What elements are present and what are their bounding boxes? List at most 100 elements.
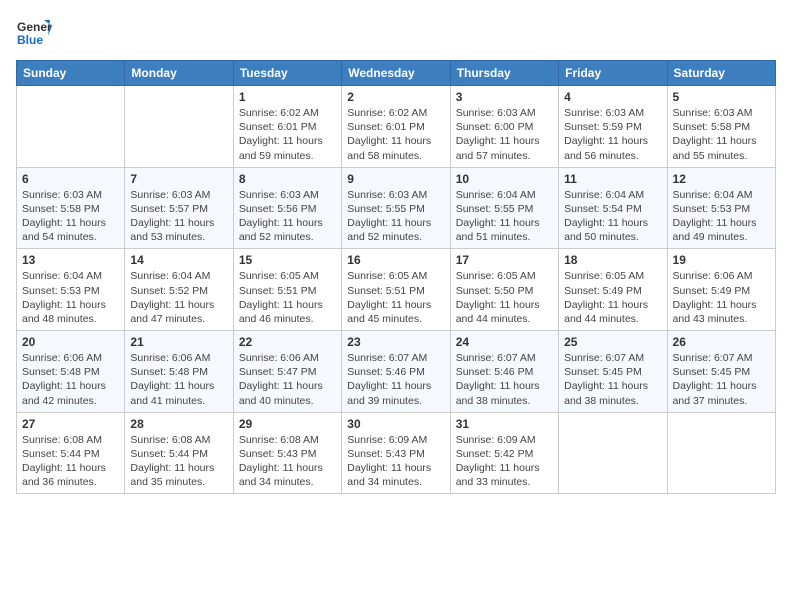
day-number: 14	[130, 253, 227, 267]
day-info: Sunrise: 6:07 AM Sunset: 5:45 PM Dayligh…	[564, 351, 661, 408]
calendar-week-row: 6 Sunrise: 6:03 AM Sunset: 5:58 PM Daylig…	[17, 167, 776, 249]
day-info: Sunrise: 6:06 AM Sunset: 5:48 PM Dayligh…	[22, 351, 119, 408]
weekday-header: Wednesday	[342, 61, 450, 86]
day-info: Sunrise: 6:05 AM Sunset: 5:51 PM Dayligh…	[239, 269, 336, 326]
calendar-cell: 18 Sunrise: 6:05 AM Sunset: 5:49 PM Dayli…	[559, 249, 667, 331]
weekday-header: Friday	[559, 61, 667, 86]
calendar-cell: 4 Sunrise: 6:03 AM Sunset: 5:59 PM Daylig…	[559, 86, 667, 168]
day-number: 25	[564, 335, 661, 349]
day-number: 28	[130, 417, 227, 431]
day-number: 21	[130, 335, 227, 349]
day-number: 2	[347, 90, 444, 104]
calendar-cell: 3 Sunrise: 6:03 AM Sunset: 6:00 PM Daylig…	[450, 86, 558, 168]
day-number: 8	[239, 172, 336, 186]
page-header: General Blue	[16, 16, 776, 52]
calendar-cell: 8 Sunrise: 6:03 AM Sunset: 5:56 PM Daylig…	[233, 167, 341, 249]
calendar-cell: 28 Sunrise: 6:08 AM Sunset: 5:44 PM Dayli…	[125, 412, 233, 494]
day-info: Sunrise: 6:03 AM Sunset: 5:56 PM Dayligh…	[239, 188, 336, 245]
calendar-cell: 21 Sunrise: 6:06 AM Sunset: 5:48 PM Dayli…	[125, 331, 233, 413]
calendar-cell: 27 Sunrise: 6:08 AM Sunset: 5:44 PM Dayli…	[17, 412, 125, 494]
calendar-week-row: 27 Sunrise: 6:08 AM Sunset: 5:44 PM Dayli…	[17, 412, 776, 494]
day-info: Sunrise: 6:03 AM Sunset: 5:58 PM Dayligh…	[22, 188, 119, 245]
weekday-header: Sunday	[17, 61, 125, 86]
calendar-cell: 24 Sunrise: 6:07 AM Sunset: 5:46 PM Dayli…	[450, 331, 558, 413]
day-info: Sunrise: 6:08 AM Sunset: 5:44 PM Dayligh…	[22, 433, 119, 490]
calendar-cell: 15 Sunrise: 6:05 AM Sunset: 5:51 PM Dayli…	[233, 249, 341, 331]
day-info: Sunrise: 6:04 AM Sunset: 5:53 PM Dayligh…	[22, 269, 119, 326]
day-info: Sunrise: 6:06 AM Sunset: 5:48 PM Dayligh…	[130, 351, 227, 408]
day-number: 7	[130, 172, 227, 186]
calendar-cell	[667, 412, 775, 494]
calendar-cell: 14 Sunrise: 6:04 AM Sunset: 5:52 PM Dayli…	[125, 249, 233, 331]
day-info: Sunrise: 6:09 AM Sunset: 5:42 PM Dayligh…	[456, 433, 553, 490]
calendar-cell: 12Sunrise: 6:04 AM Sunset: 5:53 PM Dayli…	[667, 167, 775, 249]
day-info: Sunrise: 6:03 AM Sunset: 5:55 PM Dayligh…	[347, 188, 444, 245]
calendar-cell: 22 Sunrise: 6:06 AM Sunset: 5:47 PM Dayli…	[233, 331, 341, 413]
day-number: 29	[239, 417, 336, 431]
calendar-cell: 20 Sunrise: 6:06 AM Sunset: 5:48 PM Dayli…	[17, 331, 125, 413]
day-number: 23	[347, 335, 444, 349]
day-number: 27	[22, 417, 119, 431]
day-info: Sunrise: 6:07 AM Sunset: 5:45 PM Dayligh…	[673, 351, 770, 408]
calendar-cell: 6 Sunrise: 6:03 AM Sunset: 5:58 PM Daylig…	[17, 167, 125, 249]
calendar-cell: 7 Sunrise: 6:03 AM Sunset: 5:57 PM Daylig…	[125, 167, 233, 249]
day-number: 22	[239, 335, 336, 349]
weekday-header: Saturday	[667, 61, 775, 86]
day-info: Sunrise: 6:08 AM Sunset: 5:43 PM Dayligh…	[239, 433, 336, 490]
day-number: 13	[22, 253, 119, 267]
calendar-cell: 17Sunrise: 6:05 AM Sunset: 5:50 PM Dayli…	[450, 249, 558, 331]
day-number: 31	[456, 417, 553, 431]
calendar-table: SundayMondayTuesdayWednesdayThursdayFrid…	[16, 60, 776, 494]
calendar-cell	[17, 86, 125, 168]
day-number: 16	[347, 253, 444, 267]
day-number: 18	[564, 253, 661, 267]
day-info: Sunrise: 6:03 AM Sunset: 5:59 PM Dayligh…	[564, 106, 661, 163]
day-info: Sunrise: 6:05 AM Sunset: 5:49 PM Dayligh…	[564, 269, 661, 326]
day-info: Sunrise: 6:08 AM Sunset: 5:44 PM Dayligh…	[130, 433, 227, 490]
calendar-cell: 2 Sunrise: 6:02 AM Sunset: 6:01 PM Daylig…	[342, 86, 450, 168]
day-number: 4	[564, 90, 661, 104]
calendar-cell: 31 Sunrise: 6:09 AM Sunset: 5:42 PM Dayli…	[450, 412, 558, 494]
day-number: 6	[22, 172, 119, 186]
calendar-week-row: 1 Sunrise: 6:02 AM Sunset: 6:01 PM Daylig…	[17, 86, 776, 168]
day-number: 9	[347, 172, 444, 186]
day-number: 26	[673, 335, 770, 349]
calendar-cell	[559, 412, 667, 494]
calendar-cell: 29 Sunrise: 6:08 AM Sunset: 5:43 PM Dayli…	[233, 412, 341, 494]
day-info: Sunrise: 6:06 AM Sunset: 5:49 PM Dayligh…	[673, 269, 770, 326]
day-number: 1	[239, 90, 336, 104]
calendar-cell: 10 Sunrise: 6:04 AM Sunset: 5:55 PM Dayli…	[450, 167, 558, 249]
calendar-cell: 16 Sunrise: 6:05 AM Sunset: 5:51 PM Dayli…	[342, 249, 450, 331]
day-info: Sunrise: 6:02 AM Sunset: 6:01 PM Dayligh…	[239, 106, 336, 163]
calendar-cell	[125, 86, 233, 168]
day-number: 20	[22, 335, 119, 349]
calendar-cell: 25 Sunrise: 6:07 AM Sunset: 5:45 PM Dayli…	[559, 331, 667, 413]
day-info: Sunrise: 6:04 AM Sunset: 5:52 PM Dayligh…	[130, 269, 227, 326]
day-info: Sunrise: 6:07 AM Sunset: 5:46 PM Dayligh…	[456, 351, 553, 408]
day-number: 12	[673, 172, 770, 186]
day-info: Sunrise: 6:05 AM Sunset: 5:51 PM Dayligh…	[347, 269, 444, 326]
calendar-cell: 26 Sunrise: 6:07 AM Sunset: 5:45 PM Dayli…	[667, 331, 775, 413]
logo: General Blue	[16, 16, 52, 52]
day-info: Sunrise: 6:02 AM Sunset: 6:01 PM Dayligh…	[347, 106, 444, 163]
day-info: Sunrise: 6:03 AM Sunset: 5:57 PM Dayligh…	[130, 188, 227, 245]
weekday-header: Tuesday	[233, 61, 341, 86]
day-number: 15	[239, 253, 336, 267]
day-number: 3	[456, 90, 553, 104]
day-number: 19	[673, 253, 770, 267]
calendar-cell: 5Sunrise: 6:03 AM Sunset: 5:58 PM Daylig…	[667, 86, 775, 168]
day-info: Sunrise: 6:04 AM Sunset: 5:55 PM Dayligh…	[456, 188, 553, 245]
day-number: 24	[456, 335, 553, 349]
logo-svg: General Blue	[16, 16, 52, 52]
weekday-header: Monday	[125, 61, 233, 86]
calendar-cell: 13 Sunrise: 6:04 AM Sunset: 5:53 PM Dayli…	[17, 249, 125, 331]
calendar-week-row: 13 Sunrise: 6:04 AM Sunset: 5:53 PM Dayli…	[17, 249, 776, 331]
calendar-cell: 23 Sunrise: 6:07 AM Sunset: 5:46 PM Dayli…	[342, 331, 450, 413]
day-number: 10	[456, 172, 553, 186]
day-info: Sunrise: 6:06 AM Sunset: 5:47 PM Dayligh…	[239, 351, 336, 408]
day-info: Sunrise: 6:03 AM Sunset: 6:00 PM Dayligh…	[456, 106, 553, 163]
svg-text:General: General	[17, 20, 52, 34]
day-info: Sunrise: 6:07 AM Sunset: 5:46 PM Dayligh…	[347, 351, 444, 408]
calendar-cell: 9 Sunrise: 6:03 AM Sunset: 5:55 PM Daylig…	[342, 167, 450, 249]
calendar-header-row: SundayMondayTuesdayWednesdayThursdayFrid…	[17, 61, 776, 86]
